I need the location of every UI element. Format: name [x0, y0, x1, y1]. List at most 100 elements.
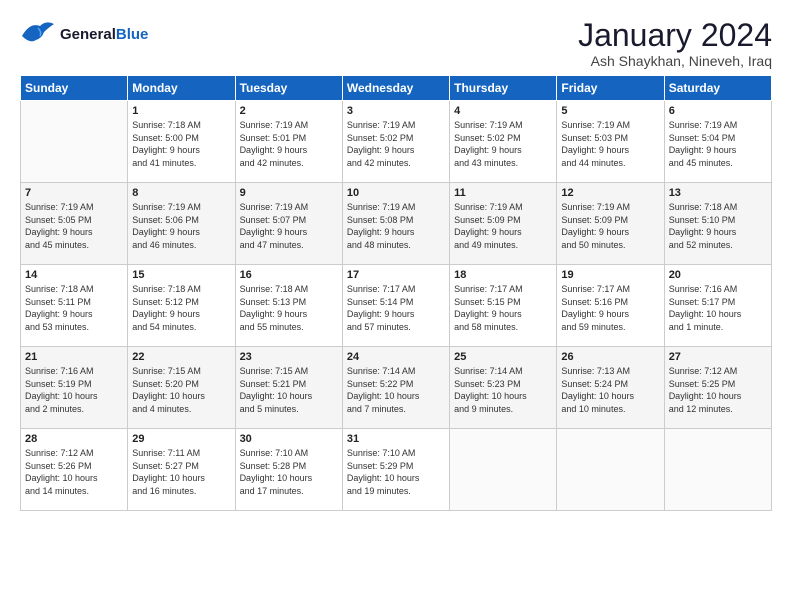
logo: GeneralBlue [20, 18, 148, 52]
calendar-cell: 15 Sunrise: 7:18 AMSunset: 5:12 PMDaylig… [128, 265, 235, 347]
calendar-cell: 6 Sunrise: 7:19 AMSunset: 5:04 PMDayligh… [664, 101, 771, 183]
day-number: 19 [561, 269, 659, 281]
calendar-cell: 22 Sunrise: 7:15 AMSunset: 5:20 PMDaylig… [128, 347, 235, 429]
day-number: 8 [132, 187, 230, 199]
logo-general: General [60, 26, 116, 43]
day-number: 26 [561, 351, 659, 363]
week-row-3: 21 Sunrise: 7:16 AMSunset: 5:19 PMDaylig… [21, 347, 772, 429]
calendar-cell: 2 Sunrise: 7:19 AMSunset: 5:01 PMDayligh… [235, 101, 342, 183]
calendar-cell: 23 Sunrise: 7:15 AMSunset: 5:21 PMDaylig… [235, 347, 342, 429]
day-info: Sunrise: 7:18 AMSunset: 5:13 PMDaylight:… [240, 284, 309, 332]
day-info: Sunrise: 7:10 AMSunset: 5:29 PMDaylight:… [347, 448, 420, 496]
day-info: Sunrise: 7:12 AMSunset: 5:26 PMDaylight:… [25, 448, 98, 496]
calendar-cell: 25 Sunrise: 7:14 AMSunset: 5:23 PMDaylig… [450, 347, 557, 429]
day-info: Sunrise: 7:11 AMSunset: 5:27 PMDaylight:… [132, 448, 205, 496]
calendar-cell [21, 101, 128, 183]
day-info: Sunrise: 7:19 AMSunset: 5:05 PMDaylight:… [25, 202, 94, 250]
calendar-cell: 18 Sunrise: 7:17 AMSunset: 5:15 PMDaylig… [450, 265, 557, 347]
day-number: 14 [25, 269, 123, 281]
day-number: 13 [669, 187, 767, 199]
day-info: Sunrise: 7:18 AMSunset: 5:00 PMDaylight:… [132, 120, 201, 168]
calendar-cell: 3 Sunrise: 7:19 AMSunset: 5:02 PMDayligh… [342, 101, 449, 183]
col-thursday: Thursday [450, 76, 557, 101]
calendar-cell: 7 Sunrise: 7:19 AMSunset: 5:05 PMDayligh… [21, 183, 128, 265]
calendar-cell: 30 Sunrise: 7:10 AMSunset: 5:28 PMDaylig… [235, 429, 342, 511]
day-info: Sunrise: 7:18 AMSunset: 5:10 PMDaylight:… [669, 202, 738, 250]
calendar-cell: 4 Sunrise: 7:19 AMSunset: 5:02 PMDayligh… [450, 101, 557, 183]
calendar-cell: 24 Sunrise: 7:14 AMSunset: 5:22 PMDaylig… [342, 347, 449, 429]
day-info: Sunrise: 7:16 AMSunset: 5:19 PMDaylight:… [25, 366, 98, 414]
header-row: Sunday Monday Tuesday Wednesday Thursday… [21, 76, 772, 101]
day-number: 16 [240, 269, 338, 281]
calendar-cell: 11 Sunrise: 7:19 AMSunset: 5:09 PMDaylig… [450, 183, 557, 265]
week-row-4: 28 Sunrise: 7:12 AMSunset: 5:26 PMDaylig… [21, 429, 772, 511]
day-info: Sunrise: 7:19 AMSunset: 5:06 PMDaylight:… [132, 202, 201, 250]
week-row-1: 7 Sunrise: 7:19 AMSunset: 5:05 PMDayligh… [21, 183, 772, 265]
day-info: Sunrise: 7:17 AMSunset: 5:16 PMDaylight:… [561, 284, 630, 332]
day-info: Sunrise: 7:18 AMSunset: 5:12 PMDaylight:… [132, 284, 201, 332]
day-info: Sunrise: 7:14 AMSunset: 5:22 PMDaylight:… [347, 366, 420, 414]
day-number: 28 [25, 433, 123, 445]
calendar-cell: 27 Sunrise: 7:12 AMSunset: 5:25 PMDaylig… [664, 347, 771, 429]
day-info: Sunrise: 7:18 AMSunset: 5:11 PMDaylight:… [25, 284, 94, 332]
day-info: Sunrise: 7:19 AMSunset: 5:01 PMDaylight:… [240, 120, 309, 168]
calendar-subtitle: Ash Shaykhan, Nineveh, Iraq [578, 53, 772, 69]
title-block: January 2024 Ash Shaykhan, Nineveh, Iraq [578, 18, 772, 69]
calendar-cell: 9 Sunrise: 7:19 AMSunset: 5:07 PMDayligh… [235, 183, 342, 265]
day-number: 23 [240, 351, 338, 363]
day-number: 24 [347, 351, 445, 363]
day-number: 12 [561, 187, 659, 199]
logo-bird-icon [20, 18, 56, 52]
day-info: Sunrise: 7:17 AMSunset: 5:15 PMDaylight:… [454, 284, 523, 332]
col-wednesday: Wednesday [342, 76, 449, 101]
day-info: Sunrise: 7:19 AMSunset: 5:09 PMDaylight:… [454, 202, 523, 250]
calendar-cell [450, 429, 557, 511]
day-number: 20 [669, 269, 767, 281]
page: GeneralBlue January 2024 Ash Shaykhan, N… [0, 0, 792, 523]
day-info: Sunrise: 7:19 AMSunset: 5:07 PMDaylight:… [240, 202, 309, 250]
calendar-table: Sunday Monday Tuesday Wednesday Thursday… [20, 75, 772, 511]
logo-blue: Blue [116, 26, 149, 43]
day-info: Sunrise: 7:15 AMSunset: 5:21 PMDaylight:… [240, 366, 313, 414]
week-row-2: 14 Sunrise: 7:18 AMSunset: 5:11 PMDaylig… [21, 265, 772, 347]
day-number: 10 [347, 187, 445, 199]
week-row-0: 1 Sunrise: 7:18 AMSunset: 5:00 PMDayligh… [21, 101, 772, 183]
calendar-cell: 16 Sunrise: 7:18 AMSunset: 5:13 PMDaylig… [235, 265, 342, 347]
header: GeneralBlue January 2024 Ash Shaykhan, N… [20, 18, 772, 69]
calendar-cell: 14 Sunrise: 7:18 AMSunset: 5:11 PMDaylig… [21, 265, 128, 347]
calendar-cell: 19 Sunrise: 7:17 AMSunset: 5:16 PMDaylig… [557, 265, 664, 347]
col-saturday: Saturday [664, 76, 771, 101]
day-number: 17 [347, 269, 445, 281]
calendar-cell [664, 429, 771, 511]
day-number: 5 [561, 105, 659, 117]
day-info: Sunrise: 7:14 AMSunset: 5:23 PMDaylight:… [454, 366, 527, 414]
day-info: Sunrise: 7:19 AMSunset: 5:02 PMDaylight:… [454, 120, 523, 168]
col-tuesday: Tuesday [235, 76, 342, 101]
calendar-cell: 29 Sunrise: 7:11 AMSunset: 5:27 PMDaylig… [128, 429, 235, 511]
calendar-cell: 17 Sunrise: 7:17 AMSunset: 5:14 PMDaylig… [342, 265, 449, 347]
day-number: 21 [25, 351, 123, 363]
day-number: 18 [454, 269, 552, 281]
calendar-cell: 20 Sunrise: 7:16 AMSunset: 5:17 PMDaylig… [664, 265, 771, 347]
calendar-cell [557, 429, 664, 511]
calendar-cell: 5 Sunrise: 7:19 AMSunset: 5:03 PMDayligh… [557, 101, 664, 183]
calendar-cell: 1 Sunrise: 7:18 AMSunset: 5:00 PMDayligh… [128, 101, 235, 183]
calendar-cell: 21 Sunrise: 7:16 AMSunset: 5:19 PMDaylig… [21, 347, 128, 429]
calendar-cell: 8 Sunrise: 7:19 AMSunset: 5:06 PMDayligh… [128, 183, 235, 265]
calendar-cell: 10 Sunrise: 7:19 AMSunset: 5:08 PMDaylig… [342, 183, 449, 265]
day-number: 2 [240, 105, 338, 117]
day-number: 9 [240, 187, 338, 199]
day-info: Sunrise: 7:19 AMSunset: 5:04 PMDaylight:… [669, 120, 738, 168]
day-info: Sunrise: 7:17 AMSunset: 5:14 PMDaylight:… [347, 284, 416, 332]
day-info: Sunrise: 7:10 AMSunset: 5:28 PMDaylight:… [240, 448, 313, 496]
day-info: Sunrise: 7:15 AMSunset: 5:20 PMDaylight:… [132, 366, 205, 414]
day-number: 22 [132, 351, 230, 363]
day-number: 15 [132, 269, 230, 281]
calendar-cell: 28 Sunrise: 7:12 AMSunset: 5:26 PMDaylig… [21, 429, 128, 511]
day-info: Sunrise: 7:19 AMSunset: 5:09 PMDaylight:… [561, 202, 630, 250]
calendar-cell: 26 Sunrise: 7:13 AMSunset: 5:24 PMDaylig… [557, 347, 664, 429]
calendar-title: January 2024 [578, 18, 772, 53]
calendar-cell: 12 Sunrise: 7:19 AMSunset: 5:09 PMDaylig… [557, 183, 664, 265]
day-number: 6 [669, 105, 767, 117]
col-monday: Monday [128, 76, 235, 101]
